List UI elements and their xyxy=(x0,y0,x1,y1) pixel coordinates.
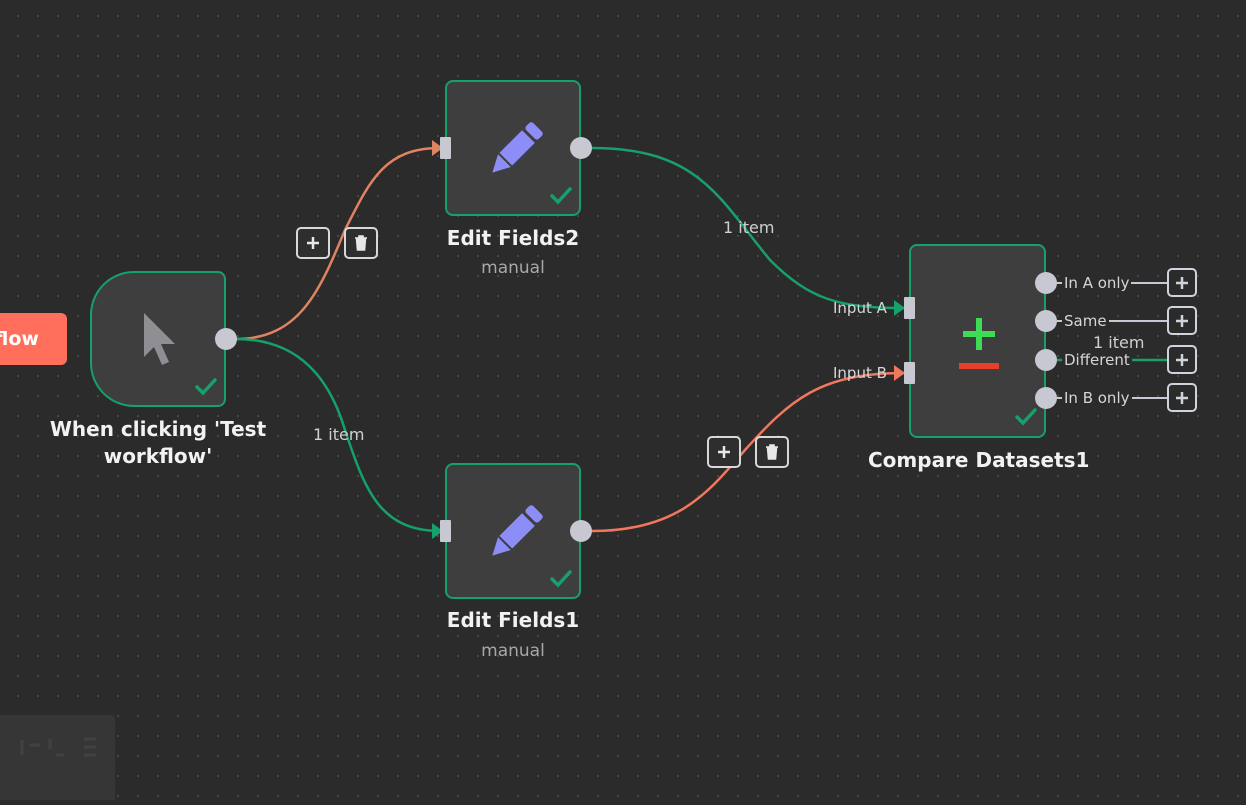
connection-trigger-editfields2 xyxy=(235,146,441,341)
edit-fields2-input-handle[interactable] xyxy=(440,137,451,159)
edit-fields1-output-handle[interactable] xyxy=(570,520,592,542)
compare-input-a-label: Input A xyxy=(833,299,887,317)
edit-fields1-title: Edit Fields1 xyxy=(446,608,580,632)
edit-fields2-subtitle: manual xyxy=(481,258,545,278)
compare-input-a-handle[interactable] xyxy=(904,297,915,319)
edit-fields2-title: Edit Fields2 xyxy=(446,226,580,250)
plus-icon xyxy=(1176,276,1188,289)
edit-fields1-input-handle[interactable] xyxy=(440,520,451,542)
edit-fields2-node[interactable] xyxy=(445,80,581,216)
output-handle-in-a-only[interactable] xyxy=(1035,272,1057,294)
connection-editfields1-compare xyxy=(591,371,905,533)
output-label-in-a-only: In A only xyxy=(1062,274,1132,292)
trash-icon xyxy=(355,235,367,251)
output-label-same: Same xyxy=(1062,312,1109,330)
test-workflow-label: flow xyxy=(0,328,39,350)
success-check-icon xyxy=(550,570,572,588)
workflow-canvas[interactable]: flow When clicking 'Test workflow' xyxy=(0,0,1246,800)
add-node-same-button[interactable] xyxy=(1167,306,1197,335)
edit-fields1-node[interactable] xyxy=(445,463,581,599)
plus-icon xyxy=(1176,391,1188,404)
trigger-title-line1: When clicking 'Test xyxy=(49,417,267,441)
edit-fields1-subtitle: manual xyxy=(481,641,545,661)
output-label-different: Different xyxy=(1062,351,1132,369)
plus-icon xyxy=(307,237,319,249)
add-node-in-a-only-button[interactable] xyxy=(1167,268,1197,297)
trigger-title-line2: workflow' xyxy=(103,444,213,468)
compare-datasets-node[interactable] xyxy=(909,244,1046,438)
edit-fields2-output-handle[interactable] xyxy=(570,137,592,159)
trigger-output-handle[interactable] xyxy=(215,328,237,350)
success-check-icon xyxy=(550,187,572,205)
edge-label-editfields2-compare: 1 item xyxy=(723,218,775,237)
test-workflow-button[interactable]: flow xyxy=(0,313,67,365)
output-count-different: 1 item xyxy=(1093,333,1145,352)
trash-icon xyxy=(766,444,778,460)
minimap-preview-icon xyxy=(20,737,96,757)
output-label-in-b-only: In B only xyxy=(1062,389,1132,407)
plus-minus-icon xyxy=(959,318,999,369)
compare-input-b-handle[interactable] xyxy=(904,362,915,384)
trigger-title: When clicking 'Test workflow' xyxy=(48,416,268,470)
cursor-icon xyxy=(144,313,175,365)
plus-icon xyxy=(1176,314,1188,327)
trigger-node[interactable] xyxy=(90,271,226,407)
edge-label-trigger-editfields1: 1 item xyxy=(313,425,365,444)
compare-datasets-title: Compare Datasets1 xyxy=(868,448,1090,472)
output-handle-different[interactable] xyxy=(1035,349,1057,371)
minimap[interactable] xyxy=(0,715,115,800)
delete-connection-button[interactable] xyxy=(755,436,789,468)
pencil-icon xyxy=(492,505,543,556)
add-node-in-b-only-button[interactable] xyxy=(1167,383,1197,412)
compare-input-b-label: Input B xyxy=(833,364,887,382)
add-node-different-button[interactable] xyxy=(1167,345,1197,374)
add-node-button[interactable] xyxy=(296,227,330,259)
output-handle-in-b-only[interactable] xyxy=(1035,387,1057,409)
delete-connection-button[interactable] xyxy=(344,227,378,259)
pencil-icon xyxy=(492,122,543,173)
plus-icon xyxy=(1176,353,1188,366)
output-handle-same[interactable] xyxy=(1035,310,1057,332)
add-node-button[interactable] xyxy=(707,436,741,468)
success-check-icon xyxy=(195,378,217,396)
plus-icon xyxy=(718,446,730,458)
success-check-icon xyxy=(1015,408,1037,426)
